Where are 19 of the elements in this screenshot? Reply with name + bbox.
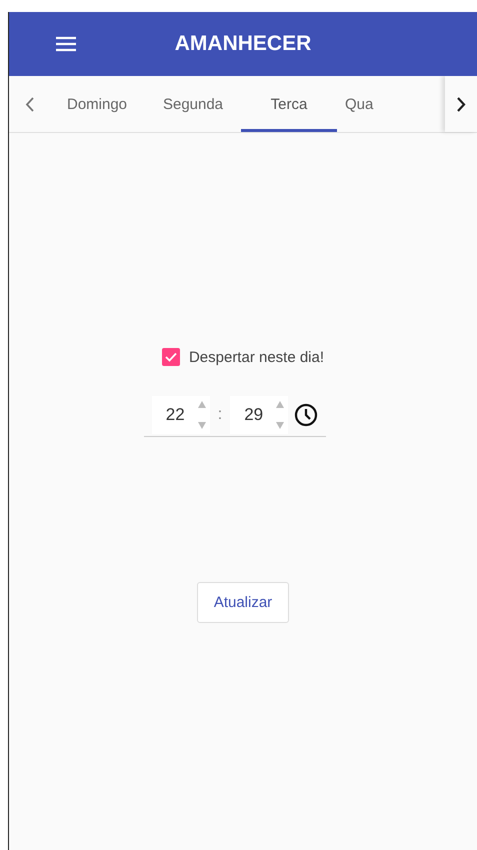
day-tab[interactable]: Qua (337, 76, 387, 132)
down-arrow-icon[interactable] (276, 422, 284, 429)
checkbox[interactable] (162, 348, 180, 366)
time-separator: : (216, 406, 224, 424)
chevron-left-icon (24, 96, 34, 112)
update-button[interactable]: Atualizar (196, 582, 290, 623)
chevron-right-icon (456, 96, 466, 112)
app-title: AMANHECER (174, 32, 312, 55)
hours-input[interactable]: 22 (166, 405, 190, 425)
up-arrow-icon[interactable] (276, 401, 284, 408)
day-tab[interactable]: Segunda (145, 76, 241, 132)
clock-icon (294, 403, 318, 427)
menu-icon (56, 36, 76, 52)
down-arrow-icon[interactable] (198, 422, 206, 429)
up-arrow-icon[interactable] (198, 401, 206, 408)
day-tab[interactable]: Terca (241, 76, 337, 132)
day-tab[interactable]: Domingo (49, 76, 145, 132)
checkbox-label: Despertar neste dia! (188, 348, 324, 366)
minutes-input[interactable]: 29 (244, 405, 268, 425)
